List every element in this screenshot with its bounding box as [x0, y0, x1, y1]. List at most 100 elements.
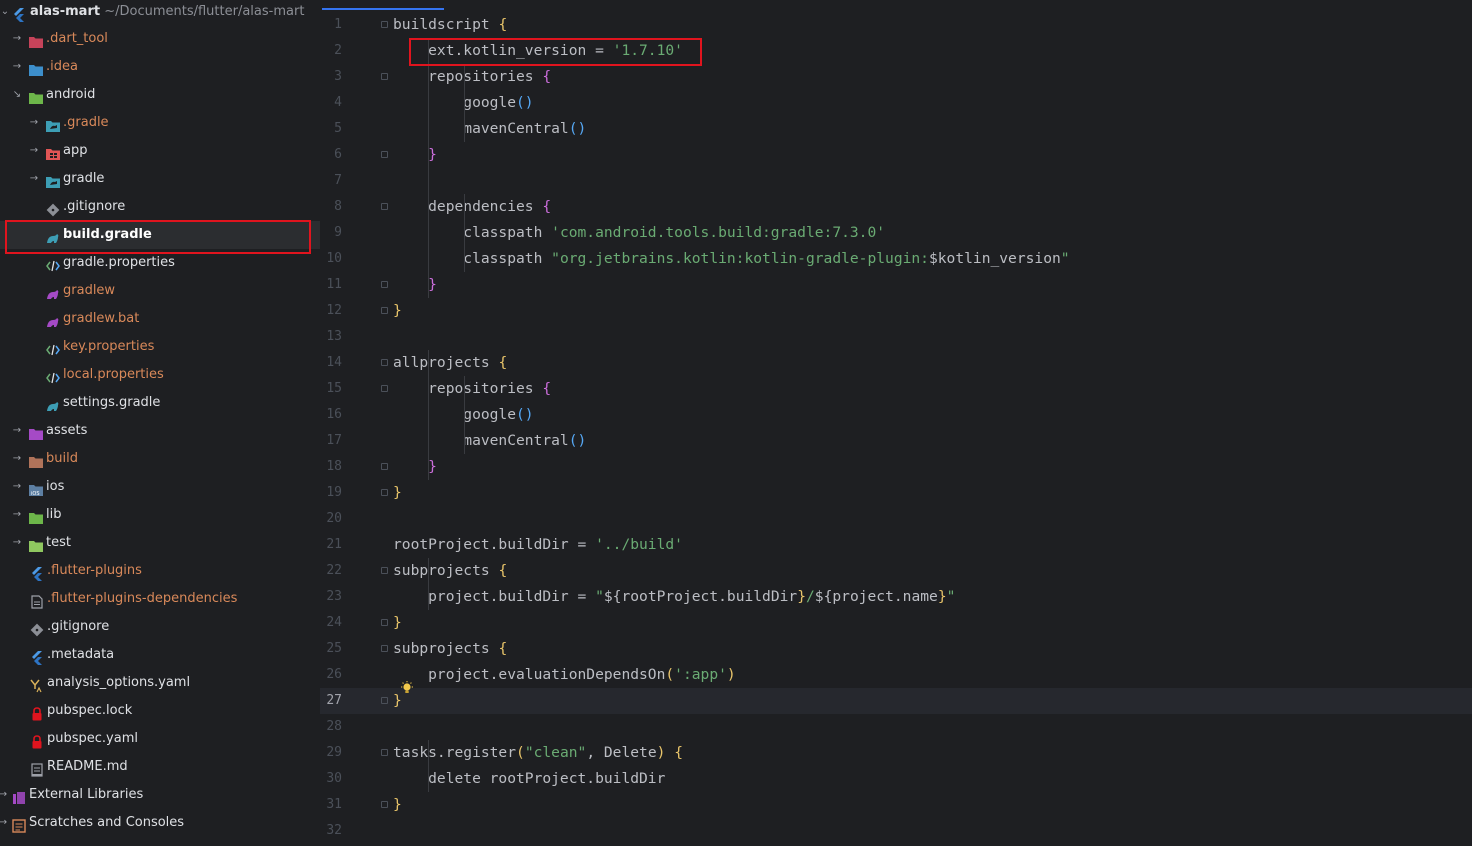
tree-item[interactable]: → gradle [0, 165, 320, 193]
chevron-right-icon[interactable]: → [12, 417, 22, 445]
tree-item[interactable]: key.properties [0, 333, 320, 361]
code-line[interactable]: 28 [320, 714, 1472, 740]
indent-guide [428, 38, 429, 298]
fold-marker-icon[interactable] [381, 749, 388, 756]
code-line[interactable]: 19} [320, 480, 1472, 506]
project-root-row[interactable]: ⌄ alas-mart ~/Documents/flutter/alas-mar… [0, 0, 320, 26]
fold-marker-icon[interactable] [381, 645, 388, 652]
chevron-right-icon[interactable]: → [0, 781, 8, 809]
code-line[interactable]: 32 [320, 818, 1472, 844]
tree-item[interactable]: gradlew.bat [0, 305, 320, 333]
code-line[interactable]: 7 [320, 168, 1472, 194]
chevron-right-icon[interactable]: → [12, 445, 22, 473]
code-line[interactable]: 18 } [320, 454, 1472, 480]
code-line[interactable]: 13 [320, 324, 1472, 350]
code-line[interactable]: 26 project.evaluationDependsOn(':app') [320, 662, 1472, 688]
code-line[interactable]: 6 } [320, 142, 1472, 168]
tree-item[interactable]: → build [0, 445, 320, 473]
chevron-right-icon[interactable]: → [12, 473, 22, 501]
tree-item[interactable]: → lib [0, 501, 320, 529]
fold-marker-icon[interactable] [381, 567, 388, 574]
fold-marker-icon[interactable] [381, 203, 388, 210]
tree-item[interactable]: .gitignore [0, 613, 320, 641]
tree-item[interactable]: → External Libraries [0, 781, 320, 809]
project-tree[interactable]: ⌄ alas-mart ~/Documents/flutter/alas-mar… [0, 0, 320, 846]
fold-marker-icon[interactable] [381, 463, 388, 470]
tree-item[interactable]: → iOS ios [0, 473, 320, 501]
tree-item-label: .gitignore [47, 619, 110, 634]
code-line[interactable]: 3 repositories { [320, 64, 1472, 90]
code-line[interactable]: 9 classpath 'com.android.tools.build:gra… [320, 220, 1472, 246]
tree-item[interactable]: gradlew [0, 277, 320, 305]
tree-item[interactable]: .flutter-plugins-dependencies [0, 585, 320, 613]
fold-marker-icon[interactable] [381, 489, 388, 496]
fold-marker-icon[interactable] [381, 697, 388, 704]
code-line[interactable]: 11 } [320, 272, 1472, 298]
code-line[interactable]: 14 allprojects { [320, 350, 1472, 376]
line-number: 6 [334, 147, 342, 162]
code-line[interactable]: 16 google() [320, 402, 1472, 428]
tree-item[interactable]: .metadata [0, 641, 320, 669]
code-line[interactable]: 4 google() [320, 90, 1472, 116]
fold-marker-icon[interactable] [381, 73, 388, 80]
fold-marker-icon[interactable] [381, 151, 388, 158]
chevron-right-icon[interactable]: → [12, 53, 22, 81]
code-line[interactable]: 29 tasks.register("clean", Delete) { [320, 740, 1472, 766]
code-line[interactable]: 5 mavenCentral() [320, 116, 1472, 142]
tree-item[interactable]: README.md [0, 753, 320, 781]
code-line[interactable]: 27} [320, 688, 1472, 714]
chevron-right-icon[interactable]: → [12, 25, 22, 53]
code-line[interactable]: 10 classpath "org.jetbrains.kotlin:kotli… [320, 246, 1472, 272]
indent-guide [464, 194, 465, 272]
tree-item[interactable]: pubspec.lock [0, 697, 320, 725]
chevron-down-icon[interactable]: ↘ [12, 81, 22, 109]
code-line[interactable]: 22 subprojects { [320, 558, 1472, 584]
fold-marker-icon[interactable] [381, 801, 388, 808]
code-line[interactable]: 17 mavenCentral() [320, 428, 1472, 454]
tree-item[interactable]: analysis_options.yaml [0, 669, 320, 697]
tree-item[interactable]: → .gradle [0, 109, 320, 137]
tree-item[interactable]: → .idea [0, 53, 320, 81]
fold-marker-icon[interactable] [381, 21, 388, 28]
code-line[interactable]: 25 subprojects { [320, 636, 1472, 662]
code-text: delete rootProject.buildDir [393, 770, 666, 787]
code-line[interactable]: 23 project.buildDir = "${rootProject.bui… [320, 584, 1472, 610]
code-line[interactable]: 12} [320, 298, 1472, 324]
code-line[interactable]: 30 delete rootProject.buildDir [320, 766, 1472, 792]
tree-item[interactable]: → test [0, 529, 320, 557]
code-line[interactable]: 20 [320, 506, 1472, 532]
code-line[interactable]: 21 rootProject.buildDir = '../build' [320, 532, 1472, 558]
fold-marker-icon[interactable] [381, 359, 388, 366]
tree-item[interactable]: → .dart_tool [0, 25, 320, 53]
tree-item[interactable]: → app [0, 137, 320, 165]
tree-item[interactable]: settings.gradle [0, 389, 320, 417]
chevron-right-icon[interactable]: → [29, 137, 39, 165]
lightbulb-icon[interactable] [400, 680, 414, 694]
chevron-down-icon[interactable]: ⌄ [0, 0, 10, 26]
code-line[interactable]: 15 repositories { [320, 376, 1472, 402]
tree-item[interactable]: → Scratches and Consoles [0, 809, 320, 837]
fold-marker-icon[interactable] [381, 385, 388, 392]
tree-item[interactable]: .gitignore [0, 193, 320, 221]
code-line[interactable]: 31} [320, 792, 1472, 818]
code-line[interactable]: 8 dependencies { [320, 194, 1472, 220]
tree-item-label: test [46, 535, 71, 550]
tree-item[interactable]: .flutter-plugins [0, 557, 320, 585]
code-line[interactable]: 1 buildscript { [320, 12, 1472, 38]
tree-item[interactable]: pubspec.yaml [0, 725, 320, 753]
chevron-right-icon[interactable]: → [29, 109, 39, 137]
tree-item[interactable]: ↘ android [0, 81, 320, 109]
tree-item[interactable]: → assets [0, 417, 320, 445]
tree-item-label: .flutter-plugins-dependencies [47, 591, 238, 606]
fold-marker-icon[interactable] [381, 307, 388, 314]
code-line[interactable]: 24} [320, 610, 1472, 636]
tree-item[interactable]: local.properties [0, 361, 320, 389]
fold-marker-icon[interactable] [381, 281, 388, 288]
chevron-right-icon[interactable]: → [12, 501, 22, 529]
line-number: 7 [334, 173, 342, 188]
fold-marker-icon[interactable] [381, 619, 388, 626]
chevron-right-icon[interactable]: → [0, 809, 8, 837]
code-editor[interactable]: 1 buildscript {2 ext.kotlin_version = '1.… [320, 10, 1472, 846]
chevron-right-icon[interactable]: → [29, 165, 39, 193]
chevron-right-icon[interactable]: → [12, 529, 22, 557]
